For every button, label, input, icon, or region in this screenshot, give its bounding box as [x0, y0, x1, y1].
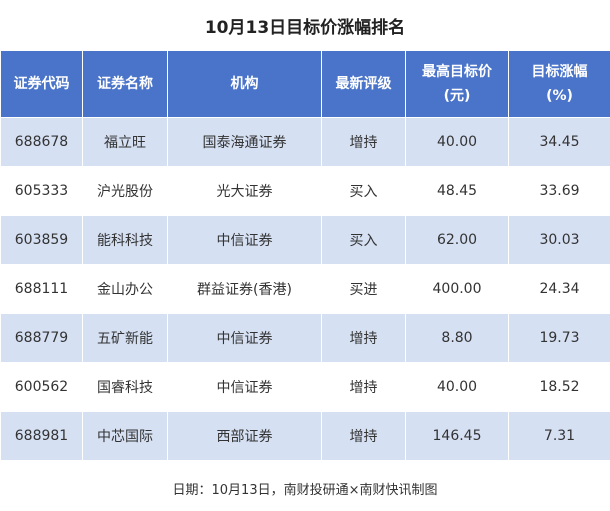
cell-rating: 买入: [321, 215, 406, 265]
cell-target-upside: 24.34: [508, 264, 610, 314]
target-price-table: 证券代码 证券名称 机构 最新评级 最高目标价 (元) 目标涨幅 (%) 68867…: [0, 50, 610, 461]
cell-institution: 国泰海通证券: [167, 117, 322, 167]
table-row: 688678 福立旺 国泰海通证券 增持 40.00 34.45: [0, 117, 610, 167]
cell-max-target-price: 40.00: [405, 117, 509, 167]
table-row: 688111 金山办公 群益证券(香港) 买进 400.00 24.34: [0, 264, 610, 314]
cell-rating: 增持: [321, 117, 406, 167]
cell-stock-name: 福立旺: [82, 117, 168, 167]
cell-rating: 买进: [321, 264, 406, 314]
cell-stock-name: 国睿科技: [82, 362, 168, 412]
cell-stock-code: 688779: [0, 313, 83, 363]
cell-rating: 增持: [321, 411, 406, 461]
header-stock-name: 证券名称: [82, 50, 168, 118]
cell-stock-code: 603859: [0, 215, 83, 265]
cell-rating: 买入: [321, 166, 406, 216]
header-stock-code: 证券代码: [0, 50, 83, 118]
cell-target-upside: 18.52: [508, 362, 610, 412]
cell-stock-code: 600562: [0, 362, 83, 412]
cell-max-target-price: 146.45: [405, 411, 509, 461]
cell-target-upside: 7.31: [508, 411, 610, 461]
source-footer: 日期：10月13日，南财投研通×南财快讯制图: [172, 483, 438, 498]
cell-max-target-price: 400.00: [405, 264, 509, 314]
cell-max-target-price: 48.45: [405, 166, 509, 216]
cell-stock-name: 能科科技: [82, 215, 168, 265]
cell-max-target-price: 8.80: [405, 313, 509, 363]
cell-institution: 中信证券: [167, 313, 322, 363]
table-row: 600562 国睿科技 中信证券 增持 40.00 18.52: [0, 362, 610, 412]
cell-max-target-price: 62.00: [405, 215, 509, 265]
cell-stock-code: 688678: [0, 117, 83, 167]
cell-institution: 群益证券(香港): [167, 264, 322, 314]
cell-institution: 中信证券: [167, 362, 322, 412]
cell-stock-code: 605333: [0, 166, 83, 216]
cell-target-upside: 34.45: [508, 117, 610, 167]
cell-rating: 增持: [321, 362, 406, 412]
cell-institution: 光大证券: [167, 166, 322, 216]
cell-stock-name: 五矿新能: [82, 313, 168, 363]
table-header-row: 证券代码 证券名称 机构 最新评级 最高目标价 (元) 目标涨幅 (%): [0, 50, 610, 118]
cell-stock-name: 沪光股份: [82, 166, 168, 216]
cell-institution: 中信证券: [167, 215, 322, 265]
cell-stock-code: 688111: [0, 264, 83, 314]
table-row: 688779 五矿新能 中信证券 增持 8.80 19.73: [0, 313, 610, 363]
header-max-target-price: 最高目标价 (元): [405, 50, 509, 118]
cell-stock-name: 金山办公: [82, 264, 168, 314]
cell-max-target-price: 40.00: [405, 362, 509, 412]
header-target-upside: 目标涨幅 (%): [508, 50, 610, 118]
header-rating: 最新评级: [321, 50, 406, 118]
table-row: 603859 能科科技 中信证券 买入 62.00 30.03: [0, 215, 610, 265]
table-row: 688981 中芯国际 西部证券 增持 146.45 7.31: [0, 411, 610, 461]
cell-stock-name: 中芯国际: [82, 411, 168, 461]
cell-target-upside: 33.69: [508, 166, 610, 216]
table-row: 605333 沪光股份 光大证券 买入 48.45 33.69: [0, 166, 610, 216]
cell-rating: 增持: [321, 313, 406, 363]
cell-stock-code: 688981: [0, 411, 83, 461]
table-title: 10月13日目标价涨幅排名: [204, 17, 406, 38]
cell-target-upside: 30.03: [508, 215, 610, 265]
cell-target-upside: 19.73: [508, 313, 610, 363]
cell-institution: 西部证券: [167, 411, 322, 461]
header-institution: 机构: [167, 50, 322, 118]
